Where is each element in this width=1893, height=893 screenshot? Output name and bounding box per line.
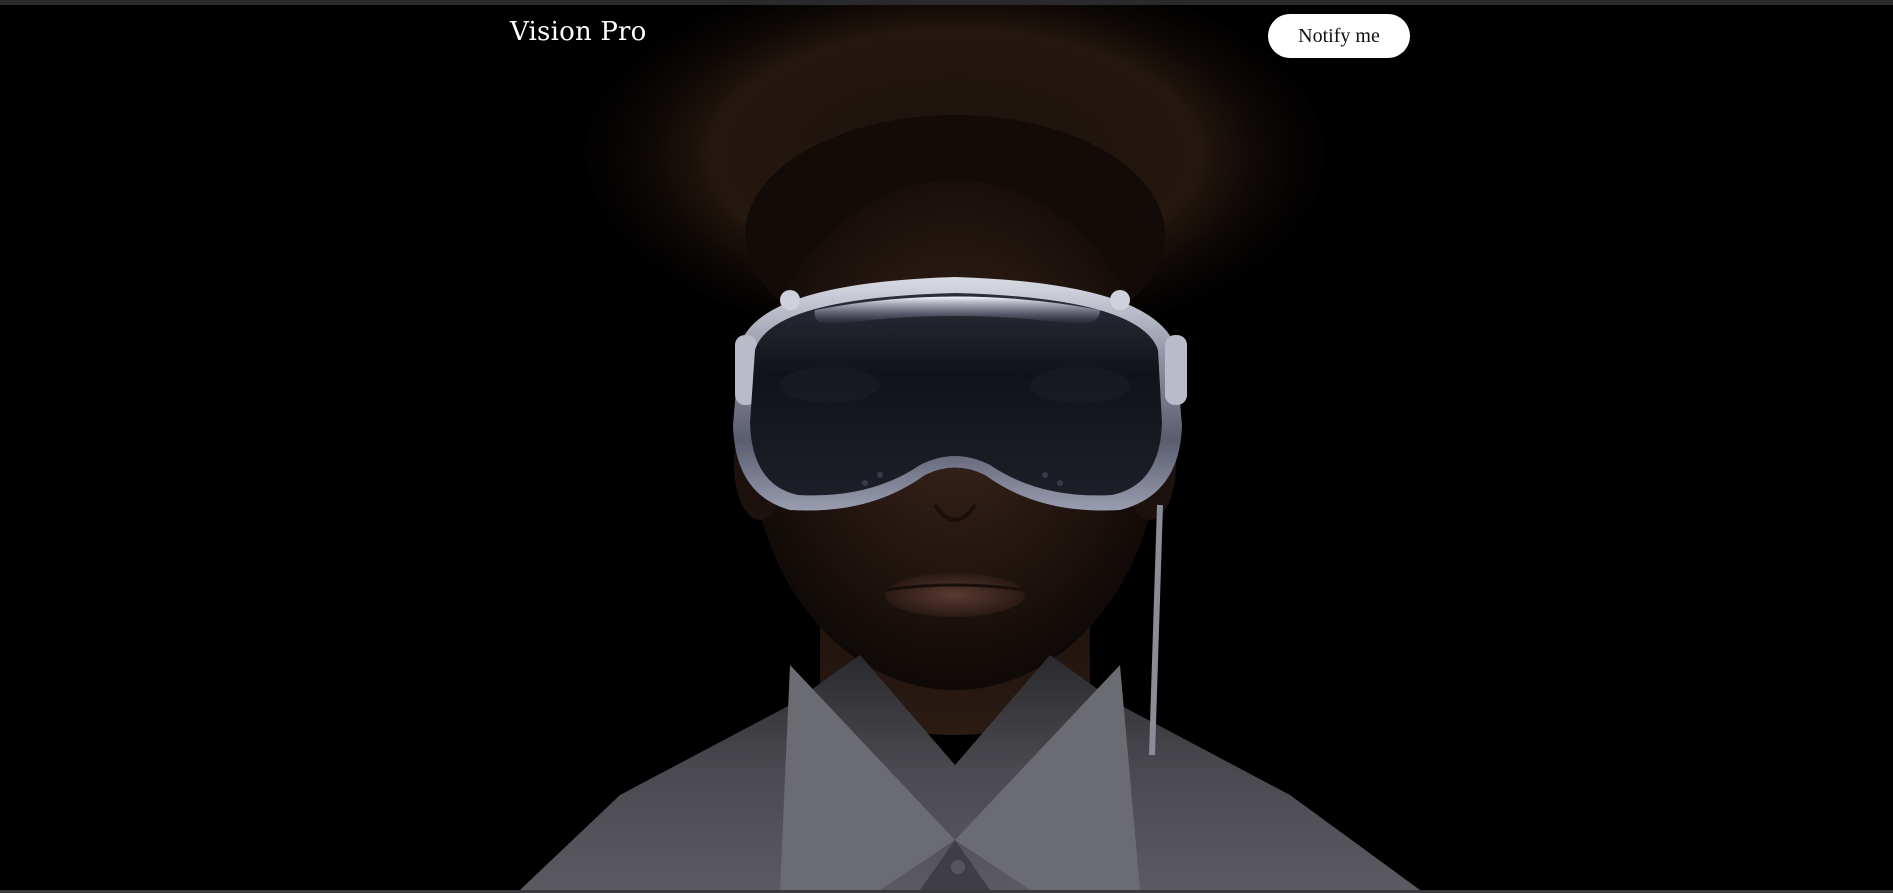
notify-me-button[interactable]: Notify me (1268, 14, 1410, 58)
top-nav: Vision Pro Notify me (0, 5, 1893, 67)
hero-image (0, 5, 1893, 890)
brand-title[interactable]: Vision Pro (510, 17, 647, 47)
page: Vision Pro Notify me (0, 0, 1893, 893)
